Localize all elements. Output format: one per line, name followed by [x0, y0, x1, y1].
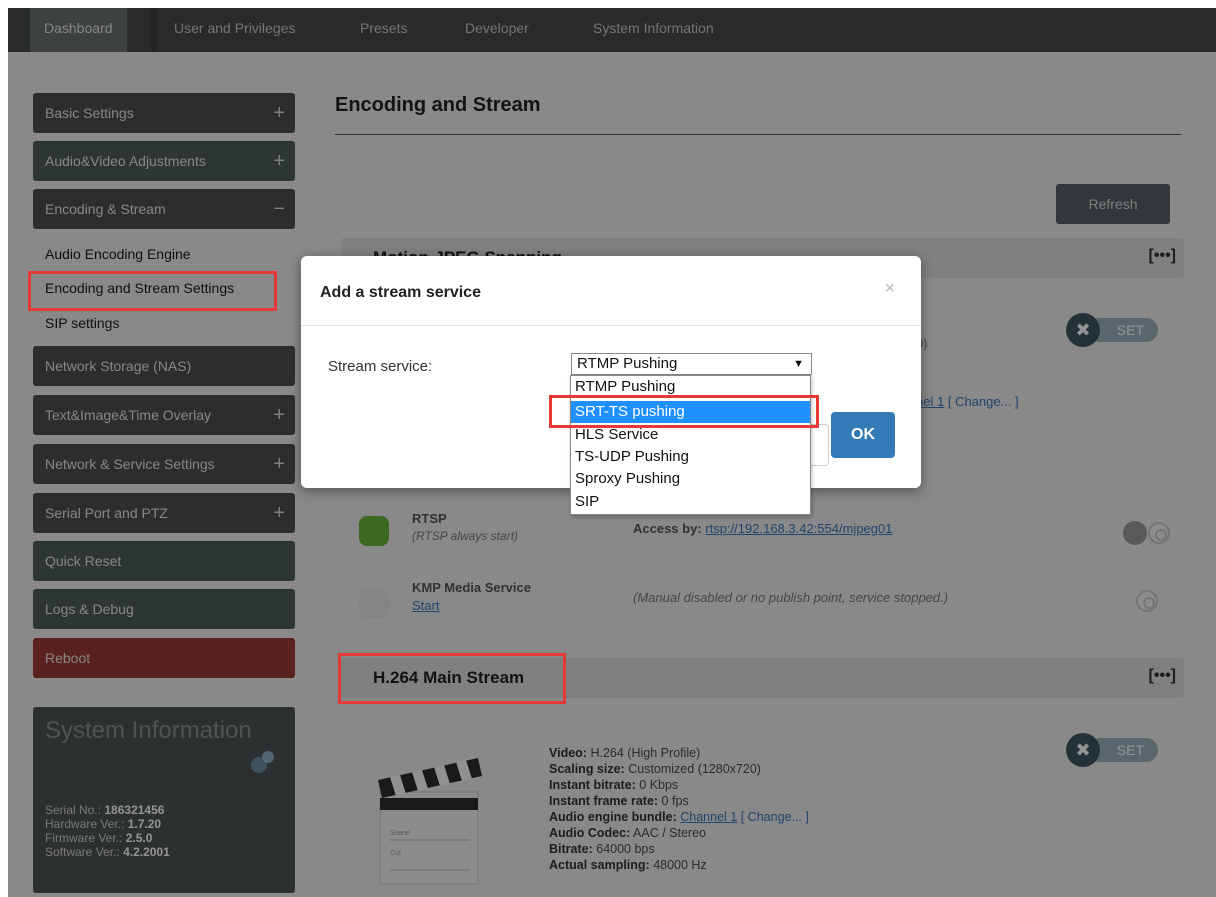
ok-button[interactable]: OK [831, 412, 895, 458]
partially-hidden-input[interactable] [811, 424, 829, 466]
annotation-highlight-box [549, 395, 819, 428]
annotation-highlight-box [28, 271, 277, 311]
stream-service-label: Stream service: [328, 358, 433, 375]
option-sip[interactable]: SIP [571, 491, 810, 513]
dialog-divider [301, 325, 921, 326]
chevron-down-icon: ▼ [793, 358, 804, 370]
annotation-highlight-box [338, 653, 566, 704]
option-sproxy-pushing[interactable]: Sproxy Pushing [571, 468, 810, 490]
dialog-title: Add a stream service [320, 284, 481, 301]
close-icon[interactable]: × [884, 278, 895, 299]
option-ts-udp-pushing[interactable]: TS-UDP Pushing [571, 446, 810, 468]
select-value: RTMP Pushing [577, 355, 678, 372]
stream-service-select[interactable]: RTMP Pushing ▼ [571, 353, 812, 375]
